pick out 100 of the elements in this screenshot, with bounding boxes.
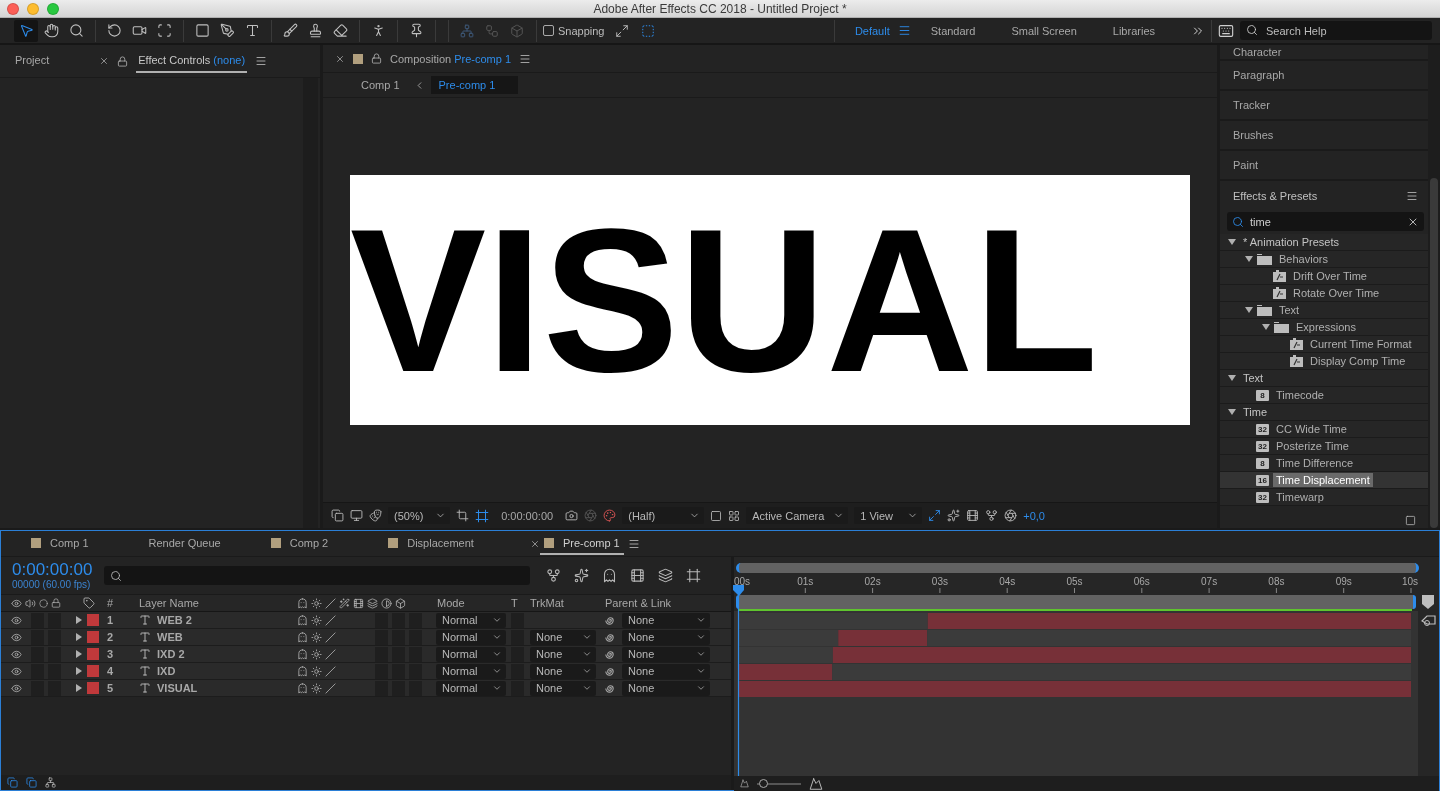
label-swatch[interactable] [87, 648, 99, 660]
collapse-icon[interactable] [311, 597, 322, 609]
tree-row[interactable]: Drift Over Time [1220, 268, 1428, 285]
exposure-value[interactable]: +0,0 [1023, 509, 1045, 522]
layer-row[interactable]: 3 IXD 2 Normal None None [1, 646, 731, 663]
tree-row[interactable]: 8 Time Difference [1220, 455, 1428, 472]
exposure-icon[interactable] [1004, 509, 1018, 522]
mode-dropdown[interactable]: Normal [436, 646, 506, 662]
mode-dropdown[interactable]: Normal [436, 663, 506, 679]
tree-row[interactable]: 16 Time Displacement [1220, 472, 1428, 489]
marker-icon[interactable] [1422, 595, 1434, 609]
caret-icon[interactable] [75, 667, 83, 675]
lock-icon[interactable] [51, 598, 61, 608]
search-field[interactable]: Search Help [1240, 21, 1432, 40]
timeline-tab[interactable]: Render Queue [144, 532, 225, 555]
workspace-tab[interactable]: Libraries [1112, 24, 1155, 37]
close-icon[interactable] [99, 56, 110, 66]
snapshot-icon[interactable] [565, 509, 579, 522]
caret-icon[interactable] [1245, 306, 1253, 314]
eye-icon[interactable] [10, 682, 22, 694]
trkmat-dropdown[interactable]: None [530, 629, 596, 645]
timeline-tab[interactable]: Comp 2 [266, 532, 333, 555]
collapse-icon[interactable] [311, 648, 322, 660]
keyboard-icon[interactable] [1218, 22, 1234, 39]
text-layer-icon[interactable] [139, 648, 151, 660]
text-layer-icon[interactable] [139, 682, 151, 694]
collapse-icon[interactable] [311, 665, 322, 677]
text-layer-icon[interactable] [139, 631, 151, 643]
trkmat-dropdown[interactable]: None [530, 680, 596, 696]
label-swatch[interactable] [87, 631, 99, 643]
collapse-icon[interactable] [311, 631, 322, 643]
toggle-pixel-icon[interactable] [928, 509, 942, 522]
slider-thumb[interactable] [759, 779, 769, 788]
tree-row[interactable]: 32 Timewarp [1220, 489, 1428, 506]
close-window-button[interactable] [7, 2, 19, 15]
search-icon[interactable] [110, 569, 122, 582]
tree-row[interactable]: Rotate Over Time [1220, 285, 1428, 302]
layer-row[interactable]: 4 IXD Normal None None [1, 663, 731, 680]
caret-icon[interactable] [75, 616, 83, 624]
trkmat-dropdown[interactable]: None [530, 646, 596, 662]
close-icon[interactable] [335, 53, 345, 64]
menu-icon[interactable] [255, 55, 268, 67]
adjustment-icon[interactable] [381, 597, 392, 609]
text-layer-icon[interactable] [139, 614, 151, 626]
zoom-dropdown[interactable]: (50%) [388, 507, 450, 524]
quality-icon[interactable] [325, 614, 336, 626]
spiral-icon[interactable] [604, 648, 615, 660]
workspace-tab[interactable]: Standard [930, 24, 976, 37]
layer-row[interactable]: 1 WEB 2 Normal None [1, 612, 731, 629]
caret-icon[interactable] [1262, 323, 1270, 331]
caret-icon[interactable] [1245, 255, 1253, 263]
workspace-tab[interactable]: Default [854, 24, 890, 37]
eye-icon[interactable] [11, 597, 22, 609]
keyframe-icon[interactable] [1420, 615, 1436, 627]
spiral-icon[interactable] [604, 682, 615, 694]
caret-icon[interactable] [1228, 238, 1236, 246]
timeline-tab[interactable]: Displacement [384, 532, 478, 555]
solo-icon[interactable] [39, 598, 48, 608]
quality-icon[interactable] [325, 597, 336, 609]
frame-blending-icon[interactable] [630, 568, 645, 583]
shy-icon[interactable] [297, 648, 308, 660]
new-item-icon[interactable] [1405, 515, 1416, 526]
caret-icon[interactable] [1228, 408, 1236, 416]
search-icon[interactable] [1246, 24, 1258, 36]
mode-dropdown[interactable]: Normal [436, 612, 506, 628]
zoom-slider[interactable] [757, 779, 801, 788]
layers-icon[interactable] [331, 509, 344, 522]
collapse-icon[interactable] [311, 682, 322, 694]
tree-row[interactable]: Behaviors [1220, 251, 1428, 268]
layer-name[interactable]: IXD 2 [157, 648, 185, 660]
quality-icon[interactable] [325, 665, 336, 677]
eye-icon[interactable] [10, 614, 22, 626]
search-field[interactable] [104, 566, 530, 585]
tree-row[interactable]: Text [1220, 302, 1428, 319]
region-icon[interactable] [475, 508, 489, 523]
breadcrumb[interactable]: Pre-comp 1 [430, 76, 518, 94]
zoom-out-icon[interactable] [740, 779, 749, 788]
monitor-icon[interactable] [350, 509, 363, 522]
layer-row[interactable]: 5 VISUAL Normal None None [1, 680, 731, 697]
panel-header[interactable]: Paragraph [1220, 61, 1428, 91]
quality-icon[interactable] [325, 682, 336, 694]
spiral-icon[interactable] [604, 614, 615, 626]
parent-dropdown[interactable]: None [622, 646, 710, 662]
tree-row[interactable]: Display Comp Time [1220, 353, 1428, 370]
text-layer-icon[interactable] [139, 665, 151, 677]
mode-dropdown[interactable]: Normal [436, 629, 506, 645]
quality-icon[interactable] [325, 648, 336, 660]
lock-icon[interactable] [371, 53, 382, 64]
search-icon[interactable] [1232, 215, 1244, 228]
shy-icon[interactable] [297, 631, 308, 643]
3d-layer-icon[interactable] [395, 597, 406, 609]
eye-icon[interactable] [10, 665, 22, 677]
zoom-in-icon[interactable] [809, 776, 823, 791]
layer-name[interactable]: WEB [157, 631, 183, 643]
eye-icon[interactable] [10, 648, 22, 660]
timeline-tab[interactable]: Pre-comp 1 [539, 532, 624, 555]
menu-icon[interactable] [897, 24, 911, 37]
caret-icon[interactable] [1228, 374, 1236, 382]
shy-icon[interactable] [602, 568, 617, 583]
audio-icon[interactable] [25, 597, 36, 609]
